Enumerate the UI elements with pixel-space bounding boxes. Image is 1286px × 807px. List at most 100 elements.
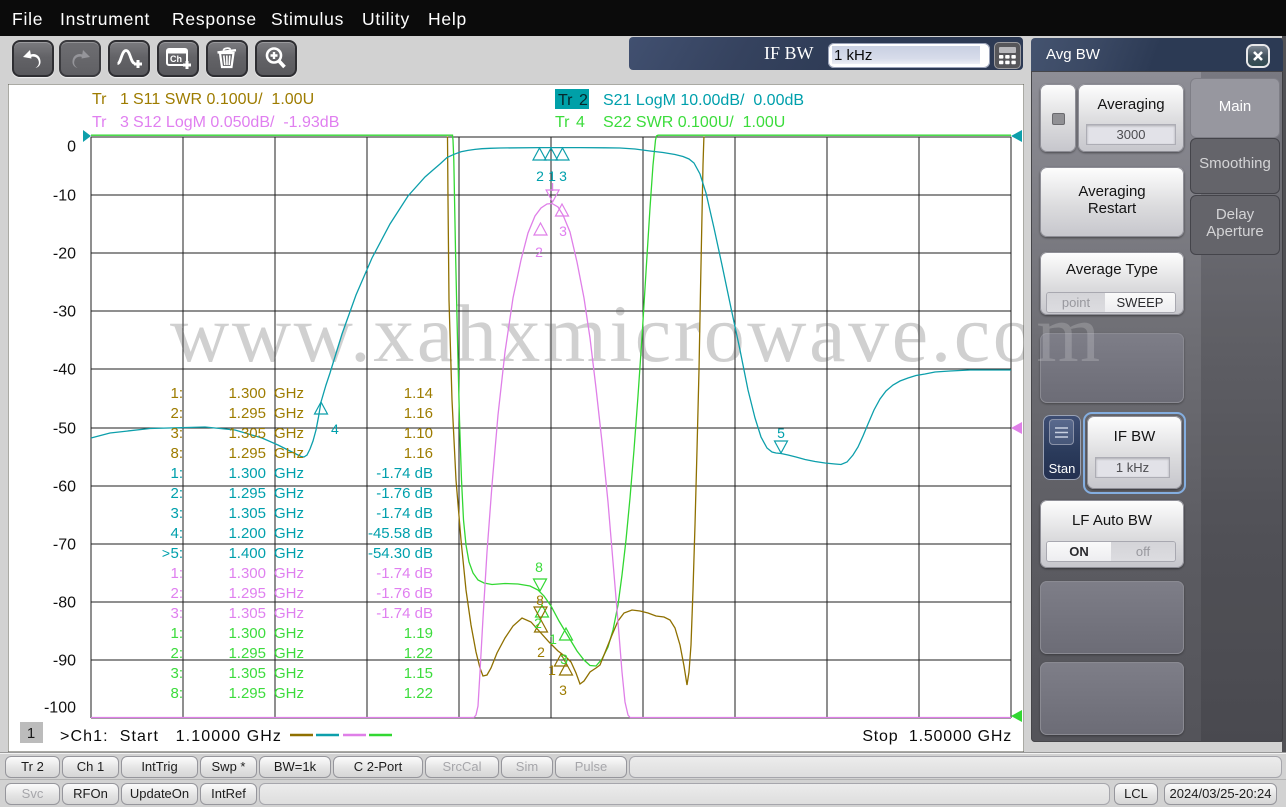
svg-text:Tr: Tr (92, 91, 107, 108)
svg-text:-54.30 dB: -54.30 dB (368, 545, 433, 562)
svg-text:2:: 2: (170, 585, 183, 602)
svg-text:-1.76 dB: -1.76 dB (376, 585, 433, 602)
svg-text:www.xahxmicrowave.com: www.xahxmicrowave.com (170, 288, 1024, 379)
svg-text:3:: 3: (170, 665, 183, 682)
svg-text:-30: -30 (53, 304, 76, 321)
svg-text:1.16: 1.16 (404, 405, 433, 422)
svg-text:1.400: 1.400 (228, 545, 266, 562)
svg-text:S11 SWR 0.100U/ 1.00U: S11 SWR 0.100U/ 1.00U (133, 91, 314, 108)
svg-text:1.295: 1.295 (228, 585, 266, 602)
svg-text:1.200: 1.200 (228, 525, 266, 542)
svg-text:-1.74 dB: -1.74 dB (376, 505, 433, 522)
svg-text:1: 1 (120, 91, 129, 108)
svg-text:GHz: GHz (274, 385, 304, 402)
svg-text:1.300: 1.300 (228, 465, 266, 482)
svg-text:GHz: GHz (274, 605, 304, 622)
svg-text:-90: -90 (53, 653, 76, 670)
svg-text:GHz: GHz (274, 445, 304, 462)
svg-text:-100: -100 (44, 700, 76, 717)
svg-text:1.305: 1.305 (228, 665, 266, 682)
svg-text:1.22: 1.22 (404, 645, 433, 662)
svg-text:2: 2 (536, 168, 544, 184)
svg-text:-1.76 dB: -1.76 dB (376, 485, 433, 502)
svg-text:-10: -10 (53, 188, 76, 205)
svg-text:Tr: Tr (92, 114, 107, 131)
svg-text:>: > (162, 545, 170, 561)
svg-text:1: 1 (27, 725, 35, 742)
svg-text:1.300: 1.300 (228, 625, 266, 642)
svg-text:GHz: GHz (274, 685, 304, 702)
svg-text:S22 SWR 0.100U/ 1.00U: S22 SWR 0.100U/ 1.00U (603, 114, 785, 131)
svg-text:-1.74 dB: -1.74 dB (376, 465, 433, 482)
svg-text:1.305: 1.305 (228, 605, 266, 622)
svg-text:1.295: 1.295 (228, 445, 266, 462)
svg-text:4: 4 (576, 114, 585, 131)
svg-text:Tr: Tr (555, 114, 570, 131)
svg-text:3:: 3: (170, 505, 183, 522)
svg-text:3: 3 (559, 682, 567, 698)
svg-text:3: 3 (559, 168, 567, 184)
svg-text:GHz: GHz (274, 405, 304, 422)
svg-text:1.14: 1.14 (404, 385, 433, 402)
svg-text:1.295: 1.295 (228, 405, 266, 422)
svg-text:GHz: GHz (274, 585, 304, 602)
svg-text:Tr: Tr (558, 92, 573, 109)
svg-text:3:: 3: (170, 425, 183, 442)
svg-text:2:: 2: (170, 485, 183, 502)
svg-text:GHz: GHz (274, 465, 304, 482)
svg-text:GHz: GHz (274, 645, 304, 662)
svg-text:1.19: 1.19 (404, 625, 433, 642)
svg-text:2: 2 (537, 644, 545, 660)
svg-text:GHz: GHz (274, 545, 304, 562)
svg-text:GHz: GHz (274, 565, 304, 582)
svg-text:8: 8 (536, 592, 544, 608)
svg-text:1.295: 1.295 (228, 685, 266, 702)
svg-text:8:: 8: (170, 685, 183, 702)
svg-text:8: 8 (535, 559, 543, 575)
svg-text:-70: -70 (53, 537, 76, 554)
svg-text:1: 1 (549, 631, 557, 647)
svg-text:3: 3 (559, 223, 567, 239)
svg-text:-80: -80 (53, 595, 76, 612)
svg-text:1.300: 1.300 (228, 385, 266, 402)
svg-text:GHz: GHz (274, 525, 304, 542)
svg-text:1: 1 (548, 662, 556, 678)
svg-text:4:: 4: (170, 525, 183, 542)
svg-text:>Ch1: Start 1.10000 GHz: >Ch1: Start 1.10000 GHz (60, 728, 282, 745)
svg-text:Stop 1.50000 GHz: Stop 1.50000 GHz (862, 728, 1012, 745)
svg-text:3: 3 (120, 114, 129, 131)
svg-text:1.295: 1.295 (228, 645, 266, 662)
svg-text:GHz: GHz (274, 625, 304, 642)
svg-text:1.300: 1.300 (228, 565, 266, 582)
svg-text:2: 2 (535, 244, 543, 260)
svg-text:-45.58 dB: -45.58 dB (368, 525, 433, 542)
svg-text:GHz: GHz (274, 665, 304, 682)
svg-text:-1.74 dB: -1.74 dB (376, 565, 433, 582)
svg-text:2:: 2: (170, 405, 183, 422)
svg-text:S12 LogM 0.050dB/ -1.93dB: S12 LogM 0.050dB/ -1.93dB (133, 114, 339, 131)
svg-text:1.305: 1.305 (228, 425, 266, 442)
svg-text:-60: -60 (53, 479, 76, 496)
svg-text:5: 5 (777, 425, 785, 441)
svg-text:1:: 1: (170, 625, 183, 642)
svg-text:1.15: 1.15 (404, 665, 433, 682)
svg-text:0: 0 (67, 139, 76, 156)
svg-text:1.22: 1.22 (404, 685, 433, 702)
svg-text:1.10: 1.10 (404, 425, 433, 442)
svg-text:-20: -20 (53, 246, 76, 263)
svg-text:-1.74 dB: -1.74 dB (376, 605, 433, 622)
svg-text:3:: 3: (170, 605, 183, 622)
svg-text:1:: 1: (170, 565, 183, 582)
svg-text:GHz: GHz (274, 505, 304, 522)
svg-text:1.305: 1.305 (228, 505, 266, 522)
svg-text:GHz: GHz (274, 425, 304, 442)
svg-text:2: 2 (534, 615, 542, 631)
svg-text:-50: -50 (53, 421, 76, 438)
svg-text:1.16: 1.16 (404, 445, 433, 462)
svg-text:5:: 5: (170, 545, 183, 562)
svg-text:1:: 1: (170, 465, 183, 482)
svg-text:3: 3 (560, 651, 568, 667)
svg-text:2: 2 (579, 92, 588, 109)
svg-text:1: 1 (548, 168, 556, 184)
svg-text:GHz: GHz (274, 485, 304, 502)
